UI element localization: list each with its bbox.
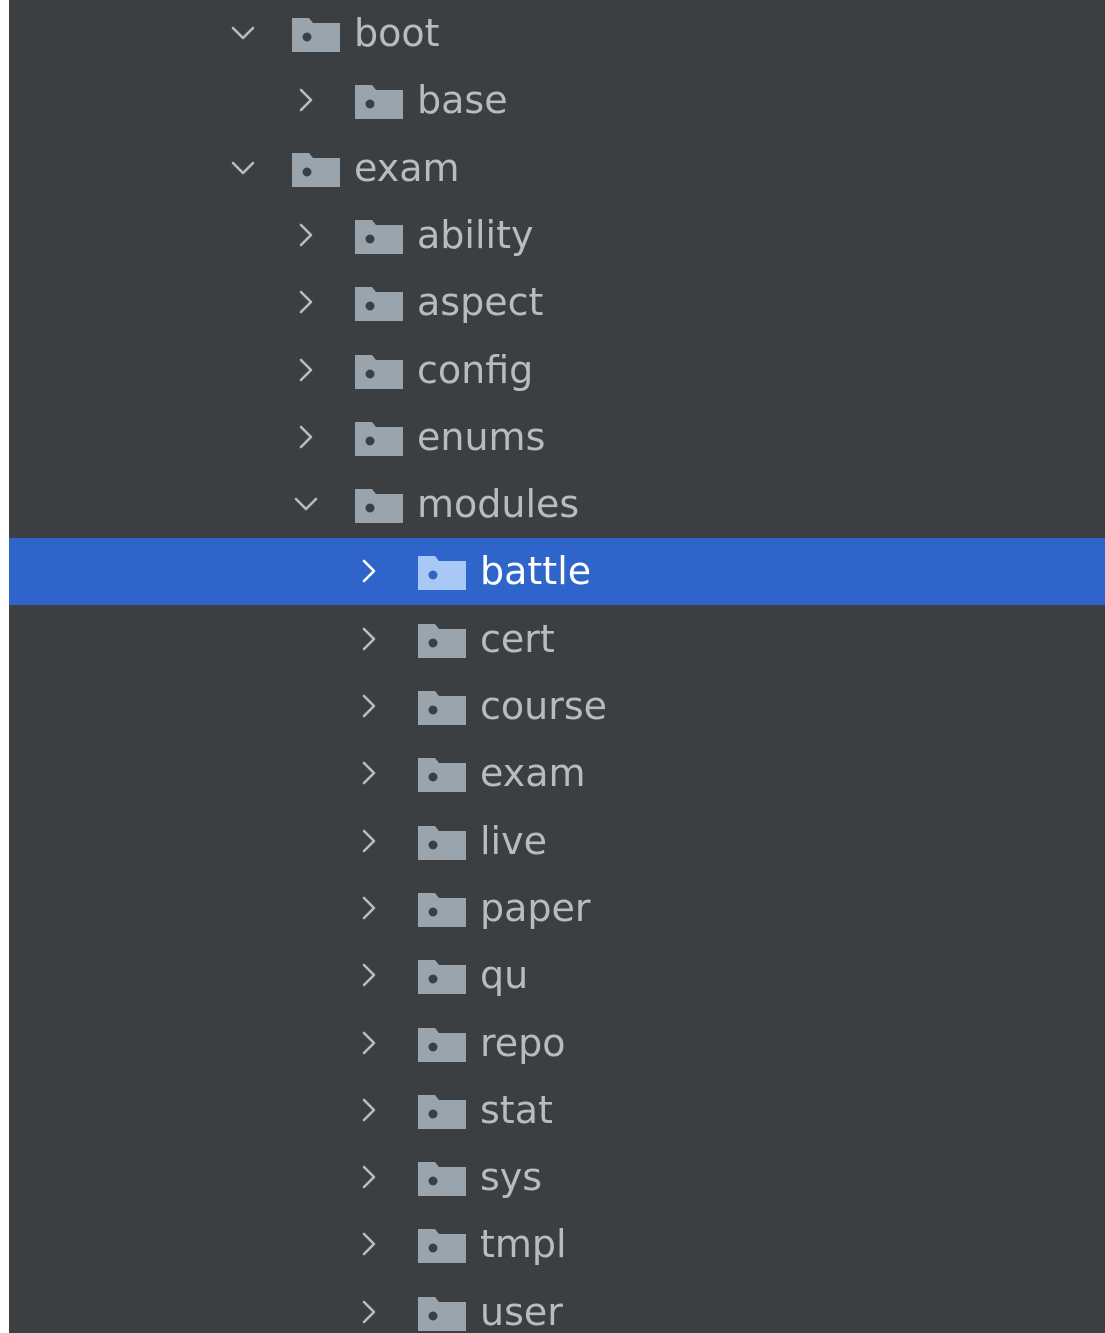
chevron-right-icon[interactable] bbox=[355, 692, 383, 720]
chevron-right-icon[interactable] bbox=[292, 423, 320, 451]
tree-row[interactable]: modules bbox=[9, 471, 1105, 538]
tree-item-label: live bbox=[480, 818, 547, 863]
folder-icon bbox=[417, 1092, 467, 1130]
folder-icon bbox=[417, 1025, 467, 1063]
folder-icon bbox=[354, 352, 404, 390]
chevron-right-icon[interactable] bbox=[355, 759, 383, 787]
tree-row[interactable]: live bbox=[9, 808, 1105, 875]
folder-icon bbox=[291, 15, 341, 53]
tree-row[interactable]: battle bbox=[9, 538, 1105, 606]
tree-row[interactable]: exam bbox=[9, 135, 1105, 202]
folder-icon bbox=[417, 1159, 467, 1197]
tree-row[interactable]: paper bbox=[9, 875, 1105, 942]
chevron-right-icon[interactable] bbox=[292, 86, 320, 114]
folder-icon bbox=[417, 755, 467, 793]
chevron-right-icon[interactable] bbox=[355, 894, 383, 922]
tree-row[interactable]: stat bbox=[9, 1077, 1105, 1144]
tree-row[interactable]: user bbox=[9, 1279, 1105, 1333]
folder-icon bbox=[354, 284, 404, 322]
folder-icon bbox=[417, 1294, 467, 1332]
chevron-right-icon[interactable] bbox=[292, 356, 320, 384]
folder-icon bbox=[354, 419, 404, 457]
tree-item-label: sys bbox=[480, 1155, 543, 1200]
chevron-right-icon[interactable] bbox=[355, 557, 383, 585]
folder-icon bbox=[417, 688, 467, 726]
chevron-right-icon[interactable] bbox=[355, 1096, 383, 1124]
project-tree-panel: boot base exam ability aspect config enums modu… bbox=[9, 0, 1105, 1333]
chevron-down-icon[interactable] bbox=[292, 490, 320, 518]
tree-row[interactable]: sys bbox=[9, 1144, 1105, 1211]
tree-row[interactable]: qu bbox=[9, 942, 1105, 1009]
tree-item-label: user bbox=[480, 1289, 563, 1333]
tree-row[interactable]: base bbox=[9, 67, 1105, 134]
chevron-right-icon[interactable] bbox=[355, 827, 383, 855]
chevron-right-icon[interactable] bbox=[292, 288, 320, 316]
tree-item-label: config bbox=[417, 347, 534, 392]
chevron-right-icon[interactable] bbox=[355, 1163, 383, 1191]
tree-row[interactable]: exam bbox=[9, 740, 1105, 807]
tree-item-label: qu bbox=[480, 953, 529, 998]
folder-icon bbox=[417, 890, 467, 928]
tree-row[interactable]: repo bbox=[9, 1010, 1105, 1077]
tree-row[interactable]: enums bbox=[9, 404, 1105, 471]
tree-row[interactable]: tmpl bbox=[9, 1211, 1105, 1278]
tree-item-label: ability bbox=[417, 212, 534, 257]
chevron-right-icon[interactable] bbox=[355, 1230, 383, 1258]
chevron-right-icon[interactable] bbox=[355, 1298, 383, 1326]
folder-icon bbox=[417, 553, 467, 591]
tree-row[interactable]: config bbox=[9, 337, 1105, 404]
folder-icon bbox=[417, 621, 467, 659]
chevron-down-icon[interactable] bbox=[229, 19, 257, 47]
tree-item-label: course bbox=[480, 684, 608, 728]
folder-icon bbox=[417, 823, 467, 861]
tree-item-label: tmpl bbox=[480, 1222, 567, 1267]
tree-item-label: cert bbox=[480, 616, 555, 661]
tree-item-label: paper bbox=[480, 885, 591, 930]
tree-row[interactable]: boot bbox=[9, 0, 1105, 67]
folder-icon bbox=[354, 217, 404, 255]
tree-item-label: base bbox=[417, 78, 508, 123]
tree-item-label: exam bbox=[480, 751, 586, 796]
tree-row[interactable]: aspect bbox=[9, 269, 1105, 336]
tree-row[interactable]: course bbox=[9, 673, 1105, 740]
tree-item-label: battle bbox=[480, 549, 592, 594]
tree-row[interactable]: ability bbox=[9, 202, 1105, 269]
tree-item-label: stat bbox=[480, 1087, 553, 1132]
chevron-right-icon[interactable] bbox=[355, 625, 383, 653]
chevron-right-icon[interactable] bbox=[355, 961, 383, 989]
chevron-right-icon[interactable] bbox=[355, 1029, 383, 1057]
tree-item-label: exam bbox=[354, 145, 460, 190]
chevron-down-icon[interactable] bbox=[229, 154, 257, 182]
tree-item-label: enums bbox=[417, 414, 546, 459]
folder-icon bbox=[417, 1226, 467, 1264]
folder-icon bbox=[354, 486, 404, 524]
tree-item-label: aspect bbox=[417, 280, 544, 325]
folder-icon bbox=[417, 957, 467, 995]
tree-row[interactable]: cert bbox=[9, 606, 1105, 673]
tree-item-label: boot bbox=[354, 11, 440, 55]
chevron-right-icon[interactable] bbox=[292, 221, 320, 249]
tree-item-label: repo bbox=[480, 1020, 566, 1065]
folder-icon bbox=[354, 82, 404, 120]
tree-item-label: modules bbox=[417, 482, 580, 527]
folder-icon bbox=[291, 150, 341, 188]
